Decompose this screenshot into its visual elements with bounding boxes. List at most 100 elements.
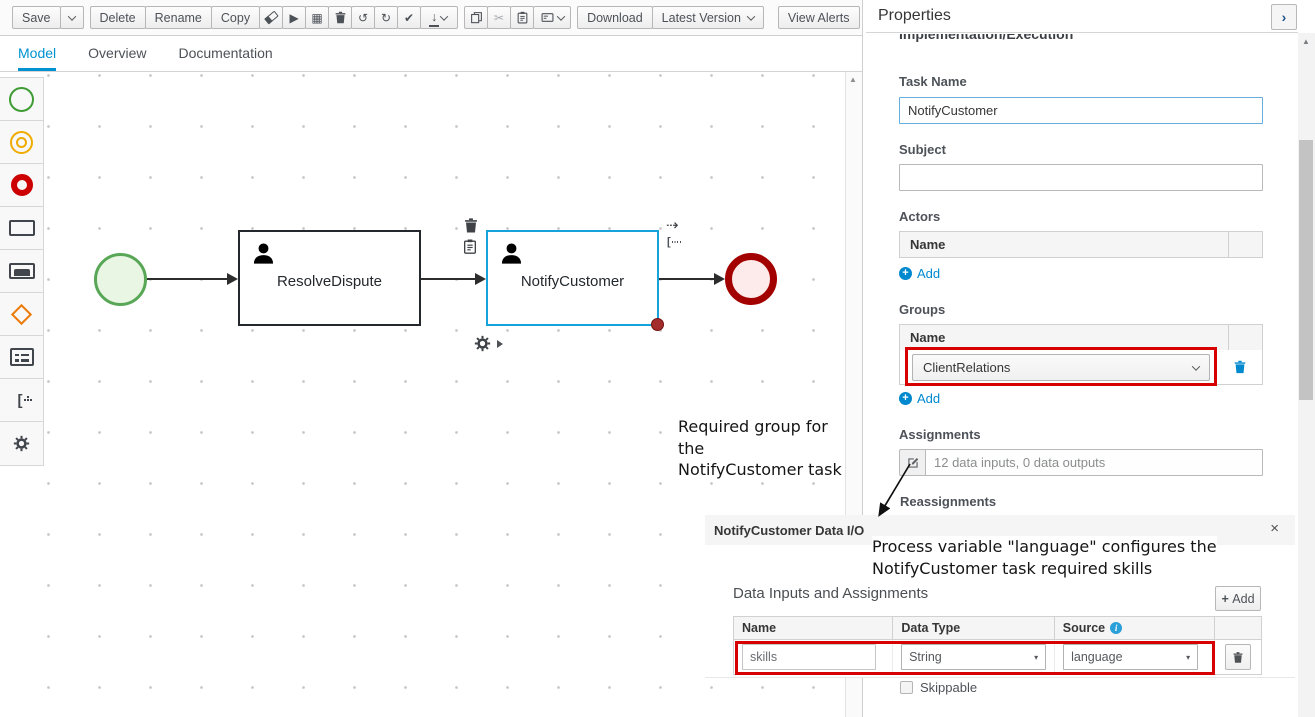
tab-overview[interactable]: Overview: [88, 36, 146, 71]
subprocess-icon: [9, 263, 35, 279]
plus-circle-icon: +: [899, 392, 912, 405]
check-icon: ✔: [404, 11, 414, 25]
data-inputs-table-header: Name Data Type Sourcei: [733, 616, 1262, 640]
save-dropdown-button[interactable]: [60, 6, 84, 29]
data-input-name-field[interactable]: [742, 644, 876, 670]
palette-text-annotation[interactable]: [: [0, 379, 43, 422]
actors-action-column: [1229, 232, 1262, 257]
rename-button[interactable]: Rename: [145, 6, 212, 29]
delete-group-icon[interactable]: [1233, 360, 1247, 374]
bpmn-designer-app: Save Delete Rename Copy ▶ ▦ ↺ ↻ ✔ ↓ ✂: [0, 0, 1315, 717]
form-icon[interactable]: [462, 238, 478, 255]
skippable-checkbox[interactable]: [900, 681, 913, 694]
add-data-input-button[interactable]: + Add: [1215, 586, 1261, 611]
chevron-down-icon: [1192, 362, 1200, 370]
text-annotation-icon: [: [18, 392, 26, 409]
palette-end-event[interactable]: [0, 164, 43, 207]
task-node-notifycustomer[interactable]: NotifyCustomer: [486, 230, 659, 326]
start-event-icon: [9, 87, 34, 112]
export-button[interactable]: ↓: [420, 6, 458, 29]
gateway-icon: [11, 303, 32, 324]
palette-container[interactable]: [0, 336, 43, 379]
add-group-link[interactable]: + Add: [899, 391, 940, 406]
palette-start-event[interactable]: [0, 78, 43, 121]
scroll-up-icon[interactable]: ▲: [849, 75, 857, 84]
skippable-option: Skippable: [900, 680, 977, 695]
mini-annotation-icon[interactable]: [: [667, 236, 673, 248]
validate-button[interactable]: ✔: [397, 6, 421, 29]
caret-down-icon: ▾: [1186, 653, 1190, 662]
sequence-flow[interactable]: [147, 278, 227, 280]
start-event-node[interactable]: [94, 253, 147, 306]
form-generation-button[interactable]: [533, 6, 571, 29]
download-button[interactable]: Download: [577, 6, 653, 29]
grid-button[interactable]: ▦: [305, 6, 329, 29]
selection-anchor-dot[interactable]: [651, 318, 664, 331]
scrollbar-thumb[interactable]: [1299, 140, 1313, 400]
cut-button[interactable]: ✂: [487, 6, 511, 29]
gears-icon[interactable]: [474, 335, 491, 352]
toolbar: Save Delete Rename Copy ▶ ▦ ↺ ↻ ✔ ↓ ✂: [0, 0, 862, 36]
validate-run-button[interactable]: ▶: [282, 6, 306, 29]
sequence-flow[interactable]: [421, 278, 475, 280]
delete-selection-button[interactable]: [328, 6, 352, 29]
actors-table-header: Name: [899, 231, 1263, 258]
properties-scrollbar[interactable]: ▲: [1298, 33, 1315, 717]
edit-icon: [906, 456, 920, 470]
palette-gateway[interactable]: [0, 293, 43, 336]
save-button[interactable]: Save: [12, 6, 61, 29]
data-inputs-table: Name Data Type Sourcei String ▾ language…: [733, 616, 1262, 675]
task-node-resolvedispute[interactable]: ResolveDispute: [238, 230, 421, 326]
collapse-panel-button[interactable]: ›: [1271, 4, 1297, 30]
tab-documentation[interactable]: Documentation: [179, 36, 273, 71]
paste-icon: [516, 11, 529, 24]
task-name-input[interactable]: [899, 97, 1263, 124]
palette-service-tasks[interactable]: [0, 422, 43, 465]
close-dialog-icon[interactable]: ×: [1270, 520, 1279, 537]
assignments-summary-input[interactable]: [925, 449, 1263, 476]
clipboard-button-group: ✂: [464, 6, 571, 29]
view-alerts-button[interactable]: View Alerts: [778, 6, 860, 29]
info-icon[interactable]: i: [1110, 622, 1122, 634]
add-actor-link[interactable]: + Add: [899, 266, 940, 281]
delete-button[interactable]: Delete: [90, 6, 146, 29]
tab-model[interactable]: Model: [18, 36, 56, 71]
scissors-icon: ✂: [494, 11, 504, 25]
scroll-up-icon[interactable]: ▲: [1302, 37, 1310, 46]
sequence-flow[interactable]: [659, 278, 714, 280]
group-select[interactable]: ClientRelations: [912, 354, 1210, 381]
paste-button[interactable]: [510, 6, 534, 29]
add-data-input-label: Add: [1232, 592, 1254, 606]
redo-button[interactable]: ↻: [374, 6, 398, 29]
clear-button[interactable]: [259, 6, 283, 29]
delete-node-icon[interactable]: [463, 217, 479, 234]
trash-icon: [1232, 651, 1244, 664]
latest-version-button[interactable]: Latest Version: [652, 6, 764, 29]
column-name: Name: [734, 617, 893, 639]
delete-data-input-button[interactable]: [1225, 644, 1251, 670]
container-icon: [10, 348, 34, 366]
plus-icon: +: [1221, 592, 1228, 606]
subject-input[interactable]: [899, 164, 1263, 191]
editor-tabs: Model Overview Documentation: [0, 36, 862, 72]
source-select[interactable]: language ▾: [1063, 644, 1198, 670]
trash-icon: [334, 11, 347, 24]
palette-task[interactable]: [0, 207, 43, 250]
copy-selection-button[interactable]: [464, 6, 488, 29]
undo-button[interactable]: ↺: [351, 6, 375, 29]
chevron-down-icon: [556, 12, 564, 20]
copy-button[interactable]: Copy: [211, 6, 260, 29]
palette-subprocess[interactable]: [0, 250, 43, 293]
undo-icon: ↺: [358, 11, 368, 25]
data-type-select[interactable]: String ▾: [901, 644, 1046, 670]
dashed-arrow-icon[interactable]: ⇢: [666, 216, 679, 234]
groups-label: Groups: [899, 302, 945, 317]
edit-assignments-button[interactable]: [899, 449, 926, 476]
end-event-node[interactable]: [725, 253, 777, 305]
section-implementation-execution: Implementation/Execution: [899, 34, 1073, 45]
reassignments-label: Reassignments: [900, 494, 996, 509]
save-button-group: Save: [12, 6, 84, 29]
plus-circle-icon: +: [899, 267, 912, 280]
play-small-icon[interactable]: [497, 340, 503, 348]
palette-intermediate-event[interactable]: [0, 121, 43, 164]
